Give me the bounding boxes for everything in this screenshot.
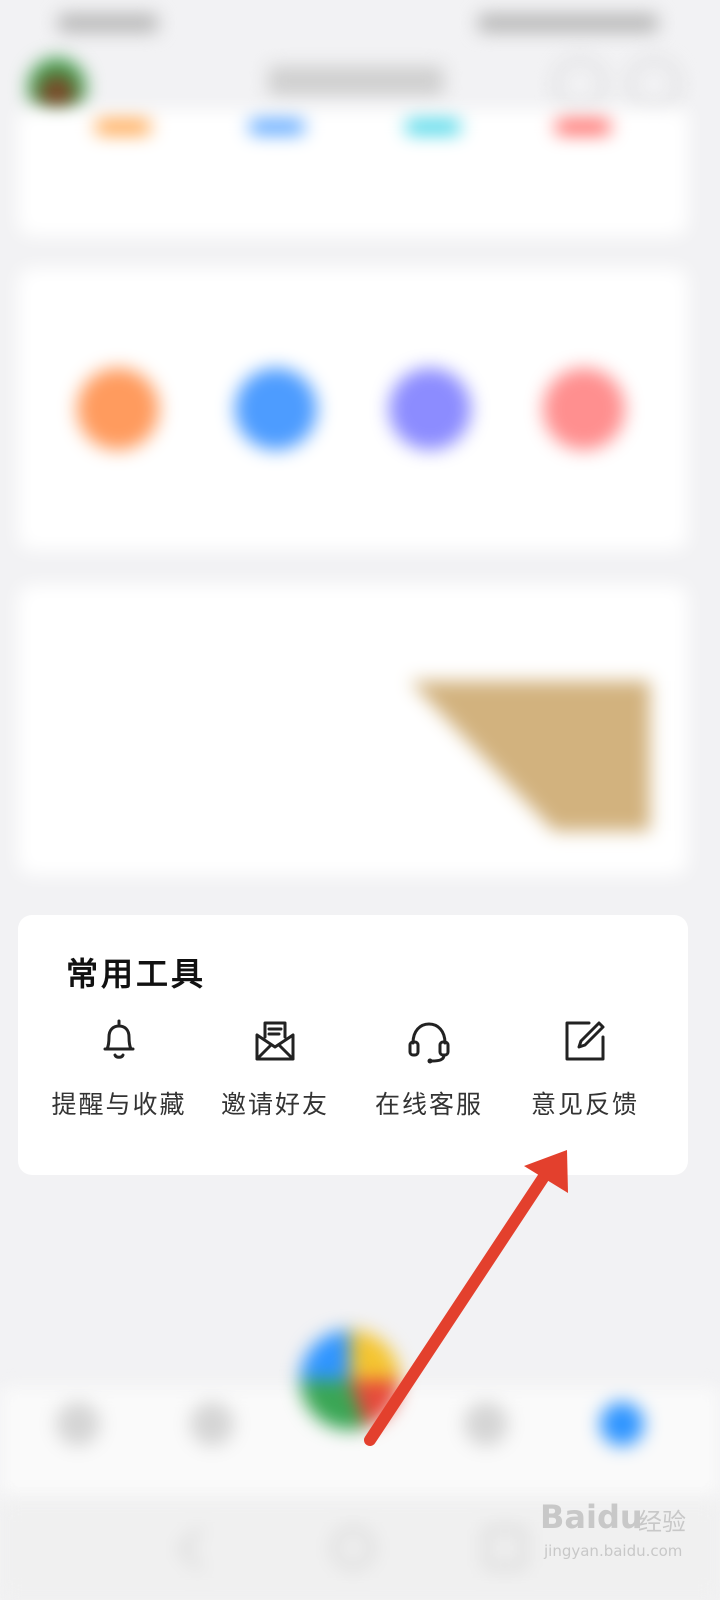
- stat-label: [528, 164, 638, 194]
- status-icons: [478, 14, 658, 32]
- stats-card: [18, 110, 688, 236]
- stat-item[interactable]: [68, 120, 178, 194]
- slogan: [160, 1238, 540, 1328]
- settings-icon[interactable]: [628, 58, 680, 110]
- envelope-icon: [255, 1021, 295, 1061]
- tool-label: 提醒与收藏: [51, 1090, 187, 1119]
- stat-item[interactable]: [222, 120, 332, 194]
- nav-label: [38, 1456, 118, 1477]
- member-promo-text: [106, 733, 115, 766]
- shop-item[interactable]: [38, 368, 198, 510]
- headset-icon: [408, 1022, 450, 1064]
- shop-item-icon: [389, 368, 471, 450]
- home-icon: [56, 1402, 100, 1446]
- username: [268, 66, 444, 96]
- stat-label: [222, 164, 332, 194]
- message-icon: [464, 1402, 508, 1446]
- tool-label: 在线客服: [374, 1090, 483, 1119]
- watermark-brand: Baidu: [540, 1498, 643, 1536]
- stat-bar: [95, 120, 151, 134]
- home-button-icon[interactable]: [333, 1528, 373, 1568]
- nav-label: [446, 1456, 526, 1477]
- baidu-jingyan-watermark: Baidu 经验 jingyan.baidu.com: [540, 1498, 700, 1578]
- slogan-text: [240, 1250, 251, 1290]
- nav-center-button[interactable]: [300, 1330, 400, 1430]
- shop-item[interactable]: [504, 368, 664, 510]
- nav-item-home[interactable]: [38, 1402, 118, 1477]
- shop-item[interactable]: [196, 368, 356, 510]
- tool-invite-friends[interactable]: 邀请好友: [190, 1015, 360, 1121]
- discover-icon: [190, 1402, 234, 1446]
- nav-label: [582, 1456, 662, 1477]
- status-bar: [0, 0, 720, 50]
- tool-label: 意见反馈: [530, 1090, 639, 1119]
- shop-item-icon: [543, 368, 625, 450]
- profile-icon: [600, 1402, 644, 1446]
- status-time: [58, 14, 158, 32]
- nav-label: [172, 1456, 252, 1477]
- stat-label: [68, 164, 178, 194]
- shop-item-label: [504, 480, 664, 510]
- nav-item-me[interactable]: [582, 1402, 662, 1477]
- tools-card: 常用工具 提醒与收藏 邀请好友 在线客服 意见反馈: [18, 915, 688, 1175]
- shop-item-label: [38, 480, 198, 510]
- tool-feedback[interactable]: 意见反馈: [500, 1015, 670, 1121]
- watermark-brand-cn: 经验: [638, 1508, 686, 1536]
- member-promo-subtext: [106, 781, 113, 806]
- shop-item-icon: [77, 368, 159, 450]
- edit-icon: [565, 1021, 605, 1061]
- stat-label: [378, 164, 488, 194]
- back-icon[interactable]: [178, 1527, 222, 1571]
- shop-card-title: [63, 304, 75, 344]
- bell-icon: [103, 1019, 135, 1059]
- stat-bar: [555, 120, 611, 134]
- nav-item-discover[interactable]: [172, 1402, 252, 1477]
- member-promo-image: [410, 681, 650, 831]
- member-card-title: [63, 617, 75, 657]
- shop-item[interactable]: [350, 368, 510, 510]
- tool-online-support[interactable]: 在线客服: [344, 1015, 514, 1121]
- tools-card-title: 常用工具: [66, 955, 207, 993]
- scan-icon[interactable]: [554, 58, 606, 110]
- tool-reminders-favorites[interactable]: 提醒与收藏: [34, 1015, 204, 1121]
- watermark-url: jingyan.baidu.com: [544, 1542, 683, 1560]
- nav-item-message[interactable]: [446, 1402, 526, 1477]
- member-card[interactable]: [18, 585, 688, 875]
- shop-item-icon: [235, 368, 317, 450]
- recents-icon[interactable]: [485, 1528, 525, 1568]
- avatar[interactable]: [28, 58, 86, 116]
- shop-item-label: [350, 480, 510, 510]
- shop-item-label: [196, 480, 356, 510]
- tool-label: 邀请好友: [220, 1090, 329, 1119]
- stat-item[interactable]: [378, 120, 488, 194]
- stat-item[interactable]: [528, 120, 638, 194]
- stat-bar: [249, 120, 305, 134]
- stat-bar: [405, 120, 461, 134]
- shop-card: [18, 268, 688, 550]
